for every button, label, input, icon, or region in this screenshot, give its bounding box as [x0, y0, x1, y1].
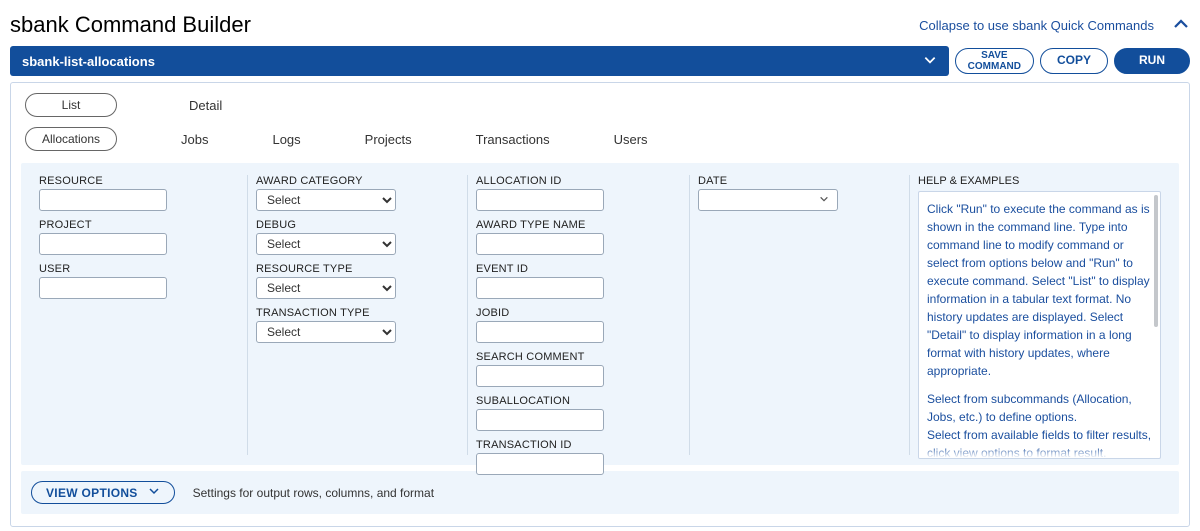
collapse-toggle[interactable]: Collapse to use sbank Quick Commands: [919, 15, 1190, 36]
debug-select[interactable]: Select: [256, 233, 396, 255]
collapse-label: Collapse to use sbank Quick Commands: [919, 18, 1154, 33]
suballocation-input[interactable]: [476, 409, 604, 431]
help-title: HELP & EXAMPLES: [918, 175, 1161, 187]
project-input[interactable]: [39, 233, 167, 255]
jobid-label: JOBID: [476, 307, 681, 319]
resource-type-select[interactable]: Select: [256, 277, 396, 299]
transaction-id-label: TRANSACTION ID: [476, 439, 681, 451]
chevron-down-icon: [819, 193, 829, 207]
view-options-label: VIEW OPTIONS: [46, 486, 138, 500]
tab-allocations[interactable]: Allocations: [25, 127, 117, 151]
chevron-down-icon: [923, 53, 937, 70]
resource-label: RESOURCE: [39, 175, 239, 187]
transaction-type-label: TRANSACTION TYPE: [256, 307, 459, 319]
copy-button[interactable]: COPY: [1040, 48, 1108, 74]
event-id-label: EVENT ID: [476, 263, 681, 275]
builder-panel: List Detail Allocations Jobs Logs Projec…: [10, 82, 1190, 527]
page-title: sbank Command Builder: [10, 12, 251, 38]
view-options-button[interactable]: VIEW OPTIONS: [31, 481, 175, 504]
search-comment-label: SEARCH COMMENT: [476, 351, 681, 363]
date-input[interactable]: [698, 189, 838, 211]
resource-type-label: RESOURCE TYPE: [256, 263, 459, 275]
date-label: DATE: [698, 175, 901, 187]
tab-users[interactable]: Users: [614, 132, 648, 147]
search-comment-input[interactable]: [476, 365, 604, 387]
award-category-select[interactable]: Select: [256, 189, 396, 211]
tab-jobs[interactable]: Jobs: [181, 132, 208, 147]
help-p1: Click "Run" to execute the command as is…: [927, 200, 1152, 380]
debug-label: DEBUG: [256, 219, 459, 231]
help-box[interactable]: Click "Run" to execute the command as is…: [918, 191, 1161, 459]
form-area: RESOURCE PROJECT USER AWARD CATEGORY Sel…: [21, 163, 1179, 465]
allocation-id-label: ALLOCATION ID: [476, 175, 681, 187]
save-command-button[interactable]: SAVE COMMAND: [955, 48, 1034, 74]
resource-input[interactable]: [39, 189, 167, 211]
tab-projects[interactable]: Projects: [365, 132, 412, 147]
transaction-type-select[interactable]: Select: [256, 321, 396, 343]
user-input[interactable]: [39, 277, 167, 299]
project-label: PROJECT: [39, 219, 239, 231]
award-type-name-label: AWARD TYPE NAME: [476, 219, 681, 231]
tab-detail[interactable]: Detail: [189, 98, 222, 113]
chevron-up-icon: [1172, 15, 1190, 36]
tab-logs[interactable]: Logs: [272, 132, 300, 147]
jobid-input[interactable]: [476, 321, 604, 343]
suballocation-label: SUBALLOCATION: [476, 395, 681, 407]
footer-text: Settings for output rows, columns, and f…: [193, 486, 434, 500]
command-line-bar[interactable]: sbank-list-allocations: [10, 46, 949, 76]
tab-list[interactable]: List: [25, 93, 117, 117]
chevron-down-icon: [148, 485, 160, 500]
run-button[interactable]: RUN: [1114, 48, 1190, 74]
allocation-id-input[interactable]: [476, 189, 604, 211]
award-category-label: AWARD CATEGORY: [256, 175, 459, 187]
command-text: sbank-list-allocations: [22, 54, 155, 69]
transaction-id-input[interactable]: [476, 453, 604, 475]
user-label: USER: [39, 263, 239, 275]
tab-transactions[interactable]: Transactions: [476, 132, 550, 147]
award-type-name-input[interactable]: [476, 233, 604, 255]
scrollbar[interactable]: [1154, 195, 1158, 327]
event-id-input[interactable]: [476, 277, 604, 299]
